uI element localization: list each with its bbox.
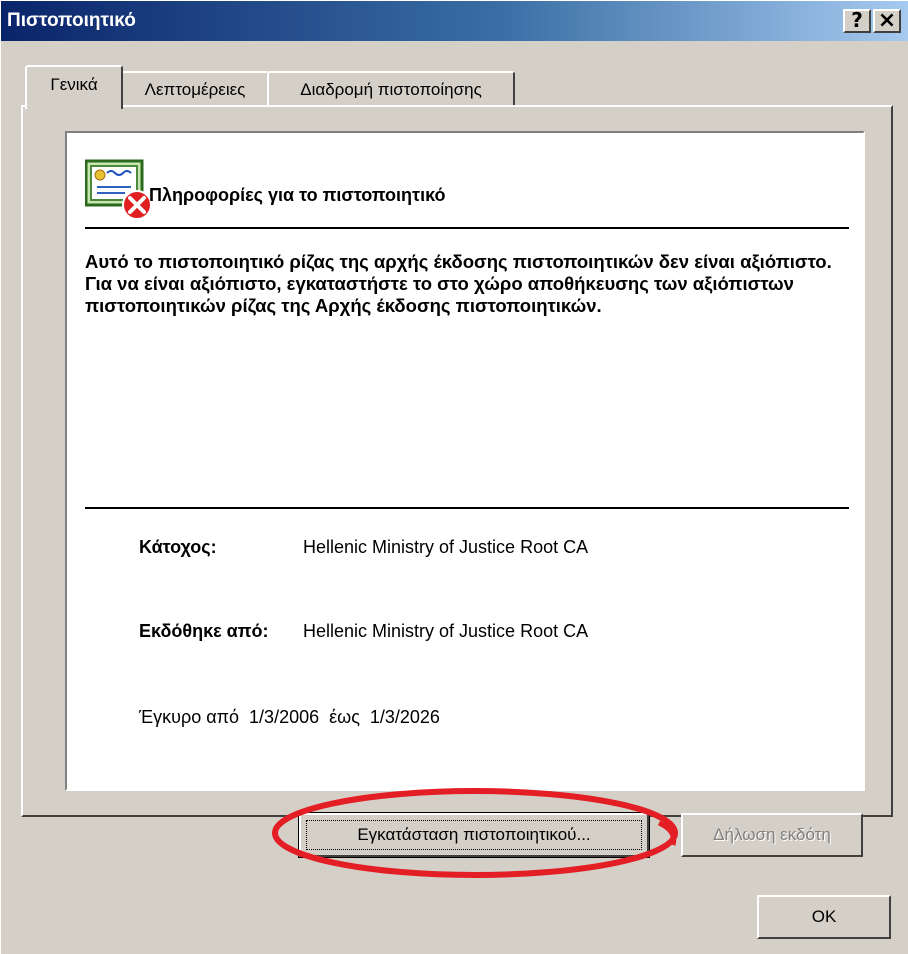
certificate-error-icon [84, 159, 155, 226]
tab-details-label: Λεπτομέρειες [144, 80, 246, 99]
install-certificate-label: Εγκατάσταση πιστοποιητικού... [357, 825, 591, 844]
untrusted-warning-text: Αυτό το πιστοποιητικό ρίζας της αρχής έκ… [85, 251, 832, 316]
issued-by-label: Εκδόθηκε από: [139, 621, 269, 641]
certificate-info-box: Πληροφορίες για το πιστοποιητικό Αυτό το… [65, 131, 865, 791]
validity-period: Έγκυρο από 1/3/2006 έως 1/3/2026 [139, 707, 440, 727]
divider-bottom [85, 507, 849, 509]
tab-certification-path[interactable]: Διαδρομή πιστοποίησης [267, 71, 515, 107]
install-certificate-button[interactable]: Εγκατάσταση πιστοποιητικού... [298, 812, 650, 858]
title-bar[interactable]: Πιστοποιητικό ? × [1, 1, 908, 41]
tab-details[interactable]: Λεπτομέρειες [121, 71, 269, 107]
issuer-statement-button[interactable]: Δήλωση εκδότη [681, 813, 863, 857]
issued-by-value: Hellenic Ministry of Justice Root CA [303, 621, 589, 641]
tab-general[interactable]: Γενικά [25, 65, 123, 109]
tab-general-label: Γενικά [50, 75, 98, 94]
ok-label: OK [811, 907, 837, 926]
help-button[interactable]: ? [843, 9, 871, 33]
tab-certification-path-label: Διαδρομή πιστοποίησης [300, 80, 482, 99]
divider-top [85, 227, 849, 229]
issued-to-label: Κάτοχος: [139, 537, 217, 557]
ok-button[interactable]: OK [757, 895, 891, 939]
issuer-statement-label: Δήλωση εκδότη [713, 825, 831, 844]
certificate-dialog: Πιστοποιητικό ? × Γενικά Λεπτομέρειες Δι… [0, 0, 908, 954]
close-button[interactable]: × [873, 9, 901, 33]
info-title: Πληροφορίες για το πιστοποιητικό [149, 185, 446, 205]
issued-to-value: Hellenic Ministry of Justice Root CA [303, 537, 589, 557]
window-title: Πιστοποιητικό [7, 10, 136, 31]
